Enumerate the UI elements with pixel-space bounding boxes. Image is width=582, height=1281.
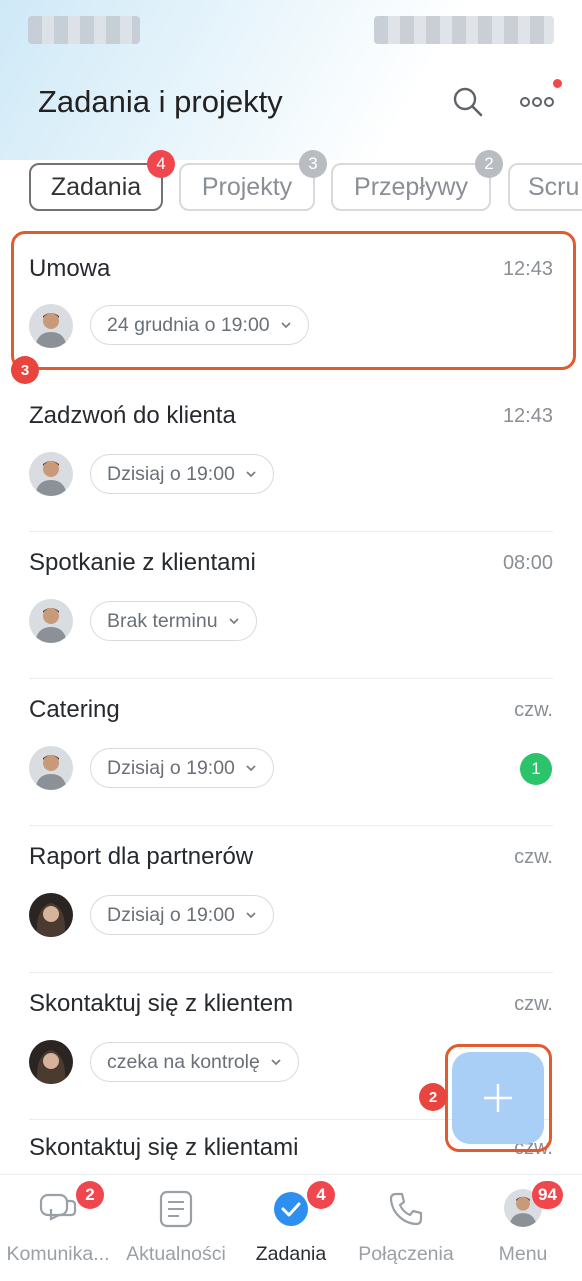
tasks-check-icon <box>271 1189 311 1229</box>
man-avatar <box>29 452 73 496</box>
woman-avatar <box>29 893 73 937</box>
more-dots-icon[interactable] <box>517 82 557 122</box>
deadline-chip[interactable]: Dzisiaj o 19:00 <box>90 895 274 935</box>
task-title: Raport dla partnerów <box>29 843 254 870</box>
deadline-text: Brak terminu <box>107 609 218 632</box>
highlight-frame-fab <box>445 1044 552 1152</box>
deadline-text: Dzisiaj o 19:00 <box>107 903 235 926</box>
nav-badge: 2 <box>76 1181 104 1209</box>
status-bar-left-blurred <box>28 16 140 44</box>
marker-badge: 3 <box>11 356 39 384</box>
chevron-down-icon <box>246 912 256 919</box>
task-item[interactable]: Catering czw. Dzisiaj o 19:00 1 <box>0 679 582 826</box>
task-title: Skontaktuj się z klientami <box>29 1134 299 1161</box>
deadline-chip[interactable]: Dzisiaj o 19:00 <box>90 748 274 788</box>
nav-label: Aktualności <box>126 1243 226 1265</box>
phone-icon <box>386 1189 426 1229</box>
comment-count-badge: 1 <box>520 753 552 785</box>
tab-label: Zadania <box>50 172 142 201</box>
man-avatar <box>29 746 73 790</box>
task-title: Skontaktuj się z klientem <box>29 990 294 1017</box>
tab-label: Przepływy <box>354 172 468 201</box>
marker-badge: 2 <box>419 1083 447 1111</box>
nav-item-komunikator[interactable]: 2 Komunika... <box>0 1175 116 1281</box>
tab-badge: 4 <box>147 150 175 178</box>
tab-badge: 2 <box>475 150 503 178</box>
highlight-frame-task <box>11 231 576 370</box>
tab-projekty[interactable]: Projekty 3 <box>179 150 327 211</box>
deadline-text: Dzisiaj o 19:00 <box>107 462 235 485</box>
status-bar-right-blurred <box>374 16 554 44</box>
task-time: czw. <box>514 699 553 721</box>
chevron-down-icon <box>228 618 239 625</box>
chevron-down-icon <box>246 471 256 478</box>
search-icon[interactable] <box>448 82 488 122</box>
tab-przeplywy[interactable]: Przepływy 2 <box>331 150 503 211</box>
task-item[interactable]: Raport dla partnerów czw. Dzisiaj o 19:0… <box>0 826 582 973</box>
woman-avatar <box>29 1040 73 1084</box>
nav-badge: 94 <box>532 1181 563 1209</box>
chevron-down-icon <box>246 765 256 772</box>
task-title: Zadzwoń do klienta <box>29 402 236 429</box>
task-time: czw. <box>514 993 553 1015</box>
nav-label: Połączenia <box>358 1243 454 1265</box>
chat-icon <box>38 1189 78 1229</box>
news-icon <box>156 1189 196 1229</box>
nav-label: Komunika... <box>6 1243 110 1265</box>
task-title: Catering <box>29 696 120 723</box>
tab-scrum[interactable]: Scru <box>508 163 582 211</box>
task-item[interactable]: Spotkanie z klientami 08:00 Brak terminu <box>0 532 582 679</box>
tab-label: Scru <box>528 172 580 201</box>
deadline-text: Dzisiaj o 19:00 <box>107 756 235 779</box>
task-time: 12:43 <box>502 405 553 427</box>
tabs-bar: Zadania 4 Projekty 3 Przepływy 2 Scru <box>0 145 582 225</box>
task-item[interactable]: Zadzwoń do klienta 12:43 Dzisiaj o 19:00 <box>0 385 582 532</box>
task-title: Spotkanie z klientami <box>29 549 256 576</box>
nav-item-zadania[interactable]: 4 Zadania <box>233 1175 349 1281</box>
chevron-down-icon <box>271 1059 281 1066</box>
deadline-chip[interactable]: Dzisiaj o 19:00 <box>90 454 274 494</box>
task-time: czw. <box>514 846 553 868</box>
page-title: Zadania i projekty <box>38 84 283 119</box>
tab-badge: 3 <box>299 150 327 178</box>
task-time: 08:00 <box>502 552 553 574</box>
deadline-chip[interactable]: czeka na kontrolę <box>90 1042 299 1082</box>
nav-item-aktualnosci[interactable]: Aktualności <box>116 1175 236 1281</box>
deadline-text: czeka na kontrolę <box>107 1050 260 1073</box>
nav-item-menu[interactable]: 94 Menu <box>464 1175 582 1281</box>
nav-label: Menu <box>498 1243 548 1265</box>
tab-label: Projekty <box>201 172 293 201</box>
deadline-chip[interactable]: Brak terminu <box>90 601 257 641</box>
nav-label: Zadania <box>255 1243 327 1265</box>
man-avatar <box>29 599 73 643</box>
nav-badge: 4 <box>307 1181 335 1209</box>
tab-zadania[interactable]: Zadania 4 <box>29 150 175 211</box>
bottom-navigation: 2 Komunika... Aktualności 4 Zadania Połą… <box>0 1174 582 1281</box>
notification-dot <box>553 79 562 88</box>
nav-item-polaczenia[interactable]: Połączenia <box>348 1175 464 1281</box>
